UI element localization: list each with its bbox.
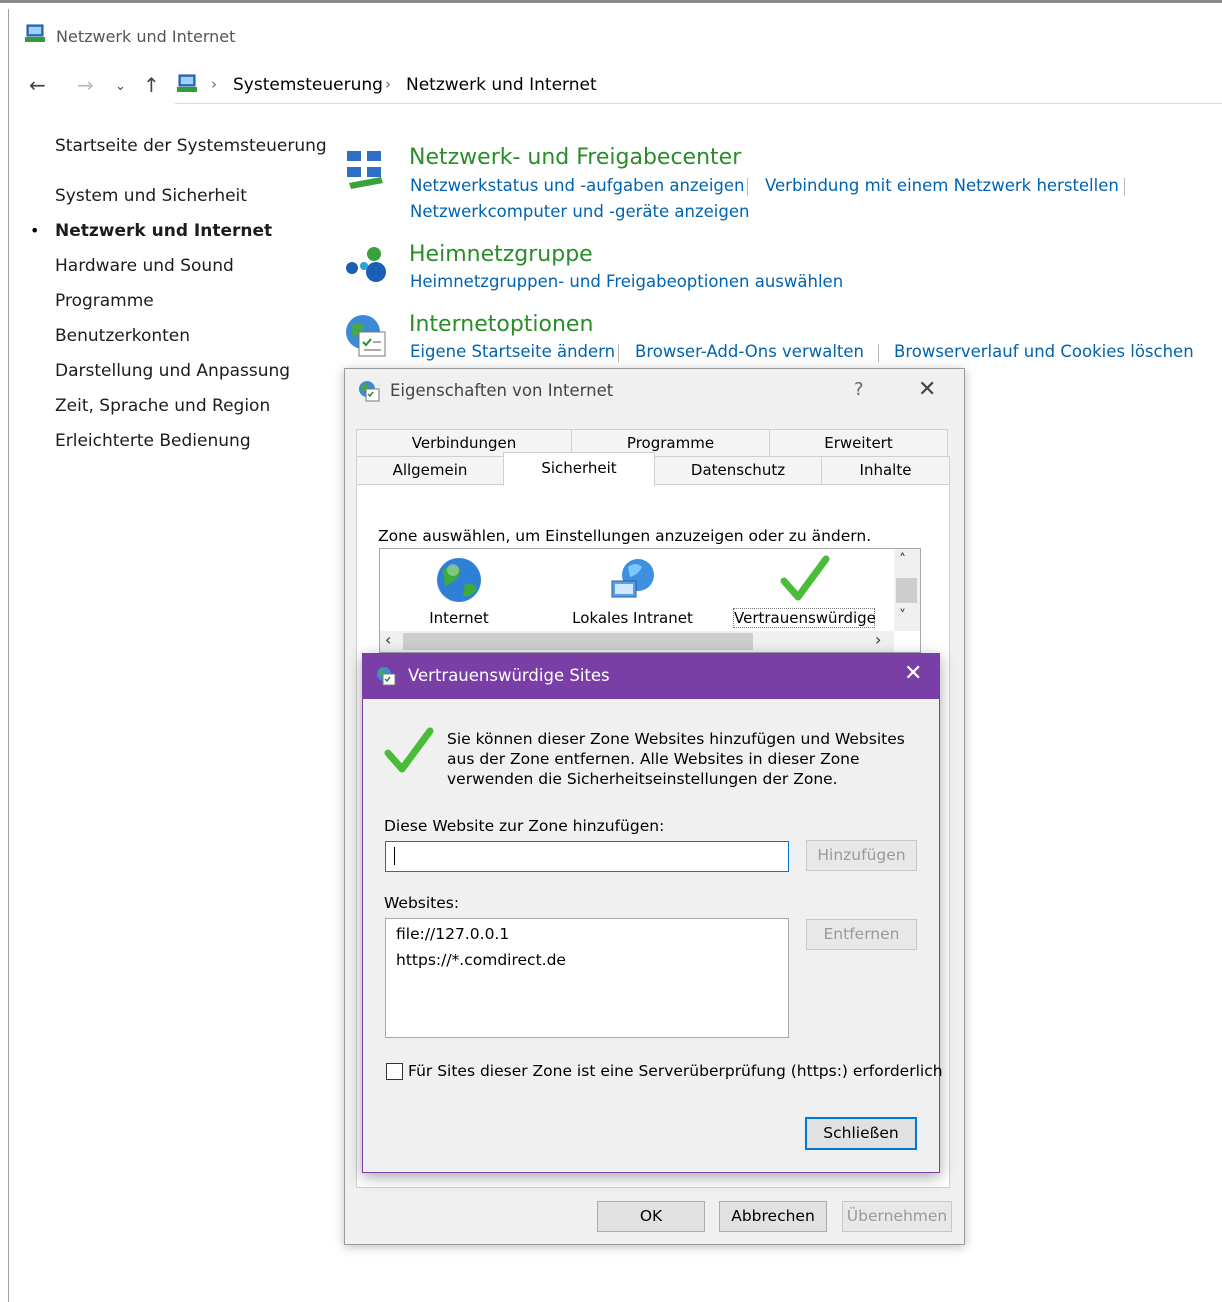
link-heimnetzgruppe-optionen[interactable]: Heimnetzgruppen- und Freigabeoptionen au… xyxy=(410,272,843,291)
scroll-left-icon[interactable]: ‹ xyxy=(385,630,391,649)
link-separator xyxy=(1124,178,1125,196)
link-separator xyxy=(747,178,748,196)
tab-erweitert[interactable]: Erweitert xyxy=(769,429,948,457)
list-item[interactable]: https://*.comdirect.de xyxy=(396,951,566,969)
zone-horizontal-thumb[interactable] xyxy=(403,633,753,650)
sidebar-item-darstellung[interactable]: Darstellung und Anpassung xyxy=(55,361,290,381)
trusted-sites-zone-icon[interactable] xyxy=(780,555,830,601)
remove-button[interactable]: Entfernen xyxy=(806,919,917,950)
link-netzwerkcomputer[interactable]: Netzwerkcomputer und -geräte anzeigen xyxy=(410,202,749,221)
tab-sicherheit[interactable]: Sicherheit xyxy=(503,452,655,486)
tab-allgemein[interactable]: Allgemein xyxy=(356,456,504,485)
link-addons[interactable]: Browser-Add-Ons verwalten xyxy=(635,342,864,361)
active-bullet-icon: • xyxy=(30,221,40,240)
category-title-netzwerk[interactable]: Netzwerk- und Freigabecenter xyxy=(409,145,741,170)
close-button[interactable]: Schließen xyxy=(805,1117,917,1150)
scroll-up-icon[interactable]: ˄ xyxy=(899,552,906,568)
tab-inhalte[interactable]: Inhalte xyxy=(821,456,950,485)
internet-properties-close-button[interactable]: ✕ xyxy=(918,377,936,402)
local-intranet-zone-icon[interactable] xyxy=(608,555,656,603)
list-item[interactable]: file://127.0.0.1 xyxy=(396,925,509,943)
breadcrumb-separator-icon: › xyxy=(385,75,391,93)
websites-label: Websites: xyxy=(384,894,460,912)
forward-arrow-icon[interactable]: → xyxy=(77,73,94,97)
window-top-border xyxy=(0,0,1222,9)
checkmark-icon xyxy=(383,725,435,775)
back-arrow-icon[interactable]: ← xyxy=(29,73,46,97)
zone-label-internet[interactable]: Internet xyxy=(410,609,508,627)
network-sharing-center-icon xyxy=(343,147,387,191)
up-arrow-icon[interactable]: ↑ xyxy=(143,73,160,97)
link-browserverlauf[interactable]: Browserverlauf und Cookies löschen xyxy=(894,342,1194,361)
ok-button[interactable]: OK xyxy=(597,1201,705,1232)
zone-caption: Zone auswählen, um Einstellungen anzuzei… xyxy=(378,527,872,545)
https-required-label[interactable]: Für Sites dieser Zone ist eine Serverübe… xyxy=(408,1062,943,1080)
sidebar-item-programme[interactable]: Programme xyxy=(55,291,154,311)
trusted-sites-description: Sie können dieser Zone Websites hinzufüg… xyxy=(447,730,905,788)
internet-properties-title: Eigenschaften von Internet xyxy=(390,381,614,400)
breadcrumb-netzwerk[interactable]: Netzwerk und Internet xyxy=(406,75,597,95)
sidebar-item-startseite[interactable]: Startseite der Systemsteuerung xyxy=(55,136,327,156)
trusted-sites-title-icon xyxy=(375,665,397,687)
cancel-button[interactable]: Abbrechen xyxy=(719,1201,827,1232)
trusted-sites-title: Vertrauenswürdige Sites xyxy=(408,666,610,685)
tab-datenschutz[interactable]: Datenschutz xyxy=(654,456,822,485)
window-title: Netzwerk und Internet xyxy=(56,27,236,46)
sidebar-item-benutzerkonten[interactable]: Benutzerkonten xyxy=(55,326,190,346)
category-title-internetoptionen[interactable]: Internetoptionen xyxy=(409,312,593,337)
window-left-border xyxy=(0,9,9,1302)
scroll-right-icon[interactable]: › xyxy=(875,630,881,649)
help-button[interactable]: ? xyxy=(854,379,864,400)
add-website-label: Diese Website zur Zone hinzufügen: xyxy=(384,817,665,835)
sidebar-item-netzwerk[interactable]: Netzwerk und Internet xyxy=(55,221,272,241)
internet-properties-icon xyxy=(357,379,381,403)
address-network-icon xyxy=(176,74,198,94)
network-icon xyxy=(24,24,46,44)
category-title-heimnetzgruppe[interactable]: Heimnetzgruppe xyxy=(409,242,593,267)
recent-dropdown-icon[interactable]: ⌄ xyxy=(115,79,126,94)
text-caret xyxy=(394,847,395,865)
homegroup-icon xyxy=(344,244,390,284)
sidebar-item-system[interactable]: System und Sicherheit xyxy=(55,186,247,206)
link-separator xyxy=(878,344,879,362)
internet-options-icon xyxy=(343,312,389,360)
link-verbindung[interactable]: Verbindung mit einem Netzwerk herstellen xyxy=(765,176,1119,195)
zone-label-lokales-intranet[interactable]: Lokales Intranet xyxy=(560,609,705,627)
trusted-sites-close-icon[interactable]: ✕ xyxy=(904,661,922,686)
zone-scroll-thumb[interactable] xyxy=(896,578,917,603)
https-required-checkbox[interactable] xyxy=(386,1063,403,1080)
internet-zone-icon[interactable] xyxy=(435,556,483,604)
sidebar-item-hardware[interactable]: Hardware und Sound xyxy=(55,256,234,276)
add-button[interactable]: Hinzufügen xyxy=(806,840,917,871)
breadcrumb-systemsteuerung[interactable]: Systemsteuerung xyxy=(233,75,383,95)
apply-button[interactable]: Übernehmen xyxy=(842,1201,952,1232)
link-separator xyxy=(618,344,619,362)
zone-label-vertrauenswuerdige[interactable]: Vertrauenswürdige xyxy=(733,608,876,628)
sidebar-item-erleichterte[interactable]: Erleichterte Bedienung xyxy=(55,431,251,451)
scroll-down-icon[interactable]: ˅ xyxy=(899,608,906,624)
add-website-input[interactable] xyxy=(385,841,789,872)
link-startseite[interactable]: Eigene Startseite ändern xyxy=(410,342,615,361)
sidebar-item-zeit[interactable]: Zeit, Sprache und Region xyxy=(55,396,270,416)
link-netzwerkstatus[interactable]: Netzwerkstatus und -aufgaben anzeigen xyxy=(410,176,744,195)
breadcrumb-separator-icon: › xyxy=(211,75,217,93)
address-bar-border xyxy=(175,103,1222,104)
